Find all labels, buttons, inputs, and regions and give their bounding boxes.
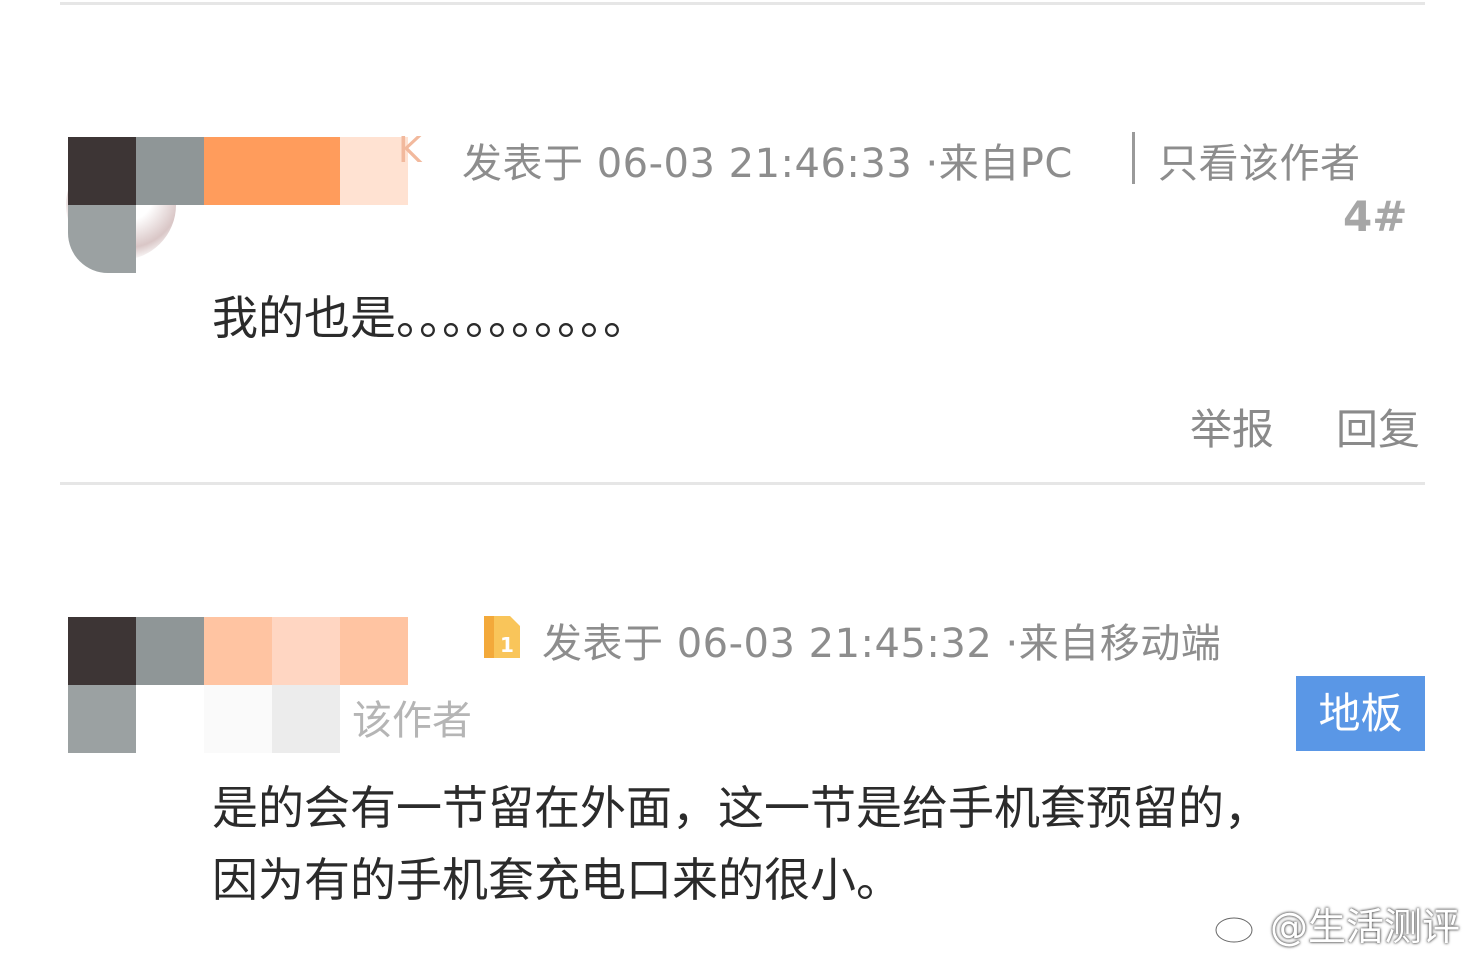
forum-thread-page: K 发表于 06-03 21:46:33 ·来自PC 只看该作者 4# 我的也是… bbox=[0, 0, 1481, 960]
svg-text:1: 1 bbox=[500, 633, 514, 657]
post-meta: 发表于 06-03 21:45:32 ·来自移动端 bbox=[542, 621, 1222, 667]
post-content: 我的也是。。。。。。。。。。 bbox=[212, 291, 649, 345]
watermark: @生活测评 bbox=[1212, 896, 1460, 951]
medal-icon: 1 bbox=[484, 616, 520, 658]
weibo-icon bbox=[1214, 908, 1260, 943]
meta-separator bbox=[1132, 132, 1135, 184]
report-button[interactable]: 举报 bbox=[1190, 396, 1274, 457]
pixelated-avatar-icon[interactable] bbox=[68, 137, 408, 273]
username-fragment: K bbox=[398, 130, 423, 171]
only-author-link[interactable]: 该作者 bbox=[352, 688, 472, 746]
post-content-line-1: 是的会有一节留在外面，这一节是给手机套预留的， bbox=[212, 781, 1270, 835]
floor-number: 4# bbox=[1343, 192, 1408, 241]
only-author-link[interactable]: 只看该作者 bbox=[1158, 131, 1361, 189]
reply-button[interactable]: 回复 bbox=[1336, 396, 1420, 457]
post-content-line-2: 因为有的手机套充电口来的很小。 bbox=[212, 853, 902, 907]
floor-badge: 地板 bbox=[1296, 676, 1425, 751]
divider bbox=[60, 482, 1425, 485]
watermark-text: @生活测评 bbox=[1270, 905, 1461, 949]
post-meta: 发表于 06-03 21:46:33 ·来自PC bbox=[462, 141, 1073, 187]
divider bbox=[60, 2, 1425, 5]
